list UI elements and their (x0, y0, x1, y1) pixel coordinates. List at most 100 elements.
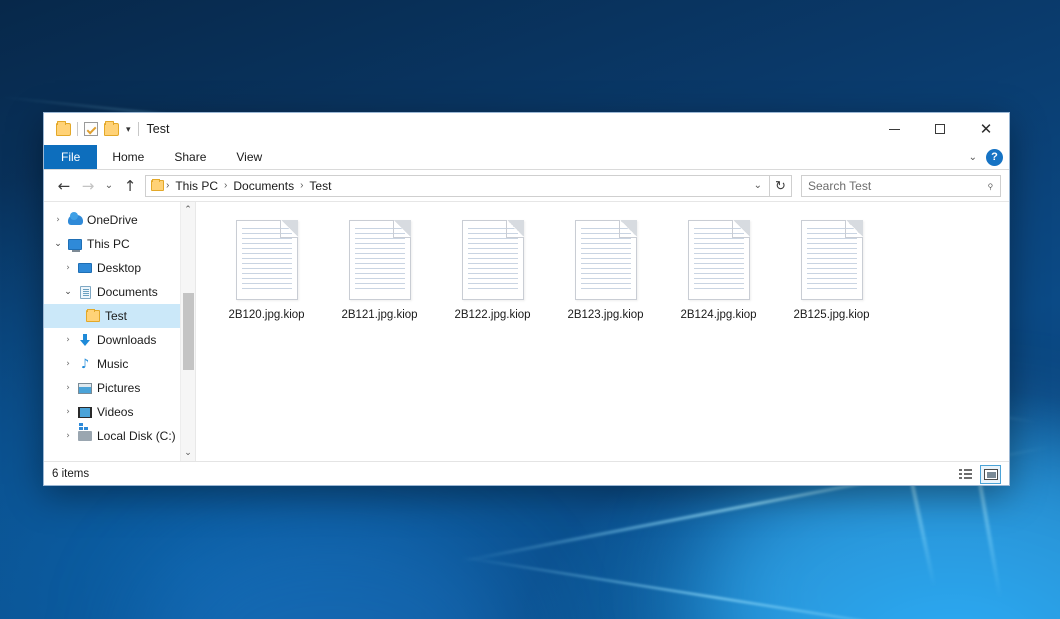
sidebar-item-onedrive[interactable]: › OneDrive (44, 208, 195, 232)
back-button[interactable]: ← (52, 174, 76, 198)
tab-home[interactable]: Home (97, 145, 159, 169)
maximize-icon (935, 124, 945, 134)
close-button[interactable]: ✕ (963, 113, 1009, 145)
expander-icon[interactable]: ⌄ (50, 239, 66, 249)
tab-view[interactable]: View (221, 145, 277, 169)
generic-document-icon (688, 220, 750, 300)
window-controls: ✕ (871, 113, 1009, 145)
forward-button[interactable]: → (76, 174, 100, 198)
quick-access-toolbar: ▾ (44, 122, 139, 136)
sidebar-item-music[interactable]: › ♪ Music (44, 352, 195, 376)
pictures-icon (76, 383, 94, 394)
item-count-label: 6 items (52, 468, 89, 480)
sidebar-item-videos[interactable]: › Videos (44, 400, 195, 424)
file-item[interactable]: 2B124.jpg.kiop (662, 216, 775, 321)
file-name: 2B125.jpg.kiop (793, 309, 869, 321)
downloads-icon (76, 334, 94, 347)
expander-icon[interactable]: › (50, 215, 66, 225)
expander-icon[interactable]: › (60, 359, 76, 369)
tab-share[interactable]: Share (159, 145, 221, 169)
maximize-button[interactable] (917, 113, 963, 145)
expander-icon[interactable]: › (60, 407, 76, 417)
file-item[interactable]: 2B123.jpg.kiop (549, 216, 662, 321)
explorer-body: › OneDrive ⌄ This PC › Desktop (44, 201, 1009, 461)
sidebar-item-downloads[interactable]: › Downloads (44, 328, 195, 352)
refresh-button[interactable]: ↻ (770, 175, 792, 197)
desktop-icon (76, 263, 94, 273)
address-bar-row: ← → ⌄ ↑ › This PC › Documents › Test ⌄ ↻… (44, 170, 1009, 201)
navigation-pane: › OneDrive ⌄ This PC › Desktop (44, 202, 196, 461)
onedrive-icon (66, 215, 84, 225)
desktop-wallpaper: ▾ Test ✕ File Home Share View ⌄ ? ← → (0, 0, 1060, 619)
folder-icon (84, 310, 102, 322)
help-icon[interactable]: ? (986, 149, 1003, 166)
sidebar-item-this-pc[interactable]: ⌄ This PC (44, 232, 195, 256)
qat-divider-2 (138, 122, 139, 136)
window-title: Test (147, 122, 170, 136)
breadcrumb-separator: › (164, 180, 171, 191)
expander-icon[interactable]: › (60, 383, 76, 393)
breadcrumb-separator-2: › (222, 180, 229, 191)
breadcrumb-folder-icon (151, 180, 164, 191)
this-pc-icon (66, 239, 84, 250)
sidebar-item-label: OneDrive (84, 213, 138, 227)
sidebar-item-test[interactable]: Test (44, 304, 195, 328)
scrollbar-track[interactable] (181, 218, 195, 445)
generic-document-icon (575, 220, 637, 300)
tab-file[interactable]: File (44, 145, 97, 169)
scroll-up-icon[interactable]: ⌃ (181, 202, 196, 218)
expander-icon[interactable]: ⌄ (60, 287, 76, 297)
ribbon-right-controls: ⌄ ? (969, 145, 1003, 170)
file-name: 2B123.jpg.kiop (567, 309, 643, 321)
properties-icon[interactable] (84, 122, 98, 136)
search-input[interactable]: Search Test (808, 179, 987, 193)
scroll-down-icon[interactable]: ⌄ (181, 445, 196, 461)
recent-locations-button[interactable]: ⌄ (100, 174, 118, 198)
search-box[interactable]: Search Test ⌕ (801, 175, 1001, 197)
wallpaper-glow-2 (140, 520, 520, 619)
file-item[interactable]: 2B120.jpg.kiop (210, 216, 323, 321)
large-icons-view-icon (984, 469, 998, 480)
address-dropdown-icon[interactable]: ⌄ (749, 180, 767, 191)
expander-icon[interactable]: › (60, 431, 76, 441)
sidebar-item-label: This PC (84, 237, 130, 251)
sidebar-item-desktop[interactable]: › Desktop (44, 256, 195, 280)
file-name: 2B124.jpg.kiop (680, 309, 756, 321)
sidebar-item-label: Local Disk (C:) (94, 429, 176, 443)
details-view-icon (959, 469, 972, 480)
sidebar-scrollbar[interactable]: ⌃ ⌄ (180, 202, 195, 461)
file-list-pane[interactable]: 2B120.jpg.kiop 2B121.jpg.kiop 2B122.jpg.… (196, 202, 1009, 461)
sidebar-item-label: Music (94, 357, 128, 371)
address-bar[interactable]: › This PC › Documents › Test ⌄ (145, 175, 770, 197)
generic-document-icon (801, 220, 863, 300)
chevron-down-icon[interactable]: ⌄ (969, 152, 977, 163)
new-folder-icon[interactable] (104, 123, 119, 136)
music-icon: ♪ (76, 358, 94, 371)
ribbon-tab-bar: File Home Share View ⌄ ? (44, 145, 1009, 170)
sidebar-item-pictures[interactable]: › Pictures (44, 376, 195, 400)
sidebar-item-label: Videos (94, 405, 133, 419)
folder-icon[interactable] (56, 123, 71, 136)
expander-icon[interactable]: › (60, 263, 76, 273)
chevron-down-icon[interactable]: ▾ (125, 125, 132, 134)
large-icons-view-button[interactable] (980, 465, 1001, 484)
file-name: 2B120.jpg.kiop (228, 309, 304, 321)
file-item[interactable]: 2B125.jpg.kiop (775, 216, 888, 321)
file-item[interactable]: 2B121.jpg.kiop (323, 216, 436, 321)
file-name: 2B122.jpg.kiop (454, 309, 530, 321)
videos-icon (76, 407, 94, 418)
up-button[interactable]: ↑ (118, 174, 142, 198)
sidebar-item-documents[interactable]: ⌄ Documents (44, 280, 195, 304)
sidebar-item-local-disk-c[interactable]: › Local Disk (C:) (44, 424, 195, 448)
breadcrumb-documents[interactable]: Documents (229, 179, 298, 193)
expander-icon[interactable]: › (60, 335, 76, 345)
breadcrumb-test[interactable]: Test (305, 179, 335, 193)
breadcrumb-this-pc[interactable]: This PC (171, 179, 222, 193)
minimize-button[interactable] (871, 113, 917, 145)
status-bar: 6 items (44, 461, 1009, 485)
details-view-button[interactable] (955, 465, 976, 484)
file-item[interactable]: 2B122.jpg.kiop (436, 216, 549, 321)
title-bar: ▾ Test ✕ (44, 113, 1009, 145)
scrollbar-thumb[interactable] (183, 293, 194, 370)
documents-icon (76, 286, 94, 299)
